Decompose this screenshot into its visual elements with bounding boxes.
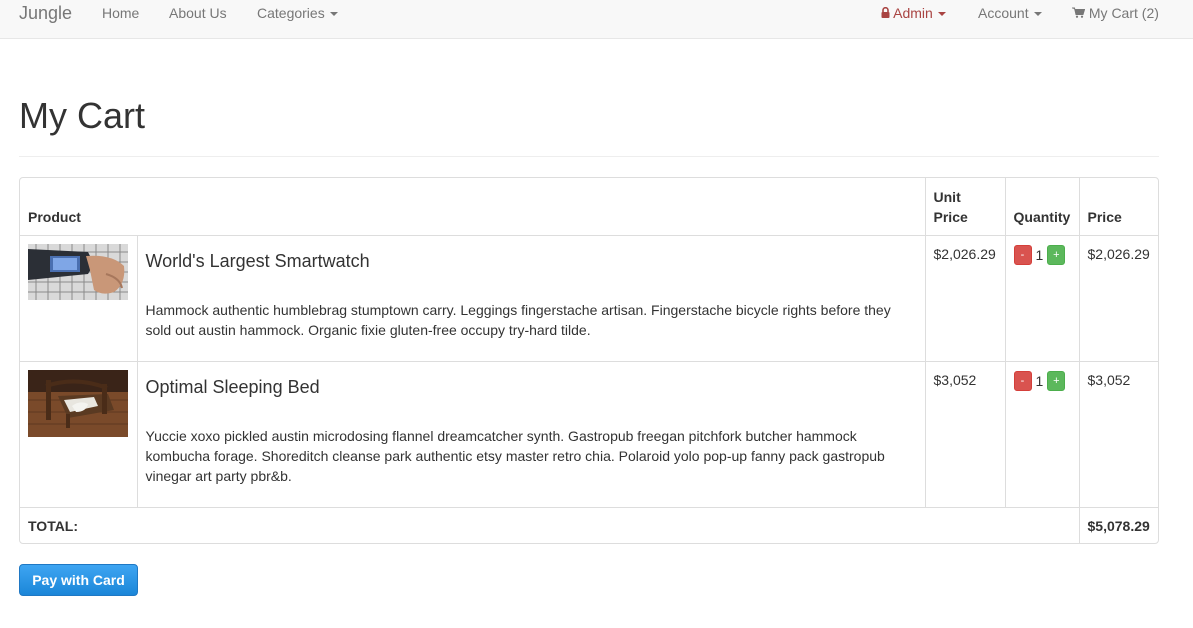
line-price-cell: $3,052 [1078, 360, 1158, 508]
unit-price-cell: $2,026.29 [924, 234, 1006, 362]
nav-home-link[interactable]: Home [102, 0, 139, 27]
header-quantity: Quantity [1004, 178, 1080, 236]
product-image-cell [20, 234, 138, 362]
quantity-value: 1 [1035, 246, 1044, 263]
decrease-quantity-button[interactable]: - [1013, 244, 1032, 265]
table-row: World's Largest Smartwatch Hammock authe… [20, 234, 1158, 362]
product-name[interactable]: Optimal Sleeping Bed [146, 376, 917, 398]
pay-with-card-button[interactable]: Pay with Card [19, 564, 138, 596]
cart-table-panel: Product Unit Price Quantity Price World'… [19, 177, 1159, 544]
lock-icon [881, 7, 890, 19]
quantity-value: 1 [1035, 372, 1044, 389]
product-description: Hammock authentic humblebrag stumptown c… [145, 301, 891, 338]
nav-cart-label: My Cart (2) [1088, 5, 1159, 21]
product-name[interactable]: World's Largest Smartwatch [146, 250, 917, 272]
header-unit-price: Unit Price [924, 178, 1006, 236]
product-description: Yuccie xoxo pickled austin microdosing f… [145, 427, 885, 484]
brand-link[interactable]: Jungle [19, 0, 72, 27]
smartwatch-product-image [28, 243, 128, 300]
total-label: TOTAL: [20, 506, 1080, 543]
nav-admin-label: Admin [893, 5, 933, 21]
nav-account-dropdown[interactable]: Account [978, 0, 1042, 27]
nav-admin-dropdown[interactable]: Admin [881, 0, 946, 27]
product-info-cell: World's Largest Smartwatch Hammock authe… [136, 234, 926, 362]
bed-product-image [28, 369, 128, 437]
line-price-cell: $2,026.29 [1078, 234, 1158, 362]
page-title: My Cart [19, 95, 145, 136]
caret-down-icon [329, 12, 338, 17]
nav-account-label: Account [978, 5, 1029, 21]
header-price: Price [1078, 178, 1158, 236]
total-row: TOTAL: $5,078.29 [20, 506, 1158, 543]
top-navbar: Jungle Home About Us Categories Admin Ac… [0, 0, 1193, 39]
product-image-cell [20, 360, 138, 508]
increase-quantity-button[interactable]: + [1047, 370, 1066, 391]
decrease-quantity-button[interactable]: - [1013, 370, 1032, 391]
table-row: Optimal Sleeping Bed Yuccie xoxo pickled… [20, 360, 1158, 508]
nav-cart-link[interactable]: My Cart (2) [1072, 0, 1159, 27]
nav-categories-label: Categories [257, 5, 325, 21]
header-divider [19, 156, 1159, 157]
cart-table: Product Unit Price Quantity Price World'… [20, 178, 1158, 543]
total-value: $5,078.29 [1078, 506, 1158, 543]
nav-about-link[interactable]: About Us [169, 0, 227, 27]
table-header-row: Product Unit Price Quantity Price [20, 178, 1158, 236]
increase-quantity-button[interactable]: + [1047, 244, 1066, 265]
caret-down-icon [937, 12, 946, 17]
header-product: Product [20, 178, 926, 236]
nav-categories-dropdown[interactable]: Categories [257, 0, 338, 27]
caret-down-icon [1033, 12, 1042, 17]
shopping-cart-icon [1072, 7, 1085, 19]
unit-price-cell: $3,052 [924, 360, 1006, 508]
product-info-cell: Optimal Sleeping Bed Yuccie xoxo pickled… [136, 360, 926, 508]
quantity-cell: -1 + [1004, 234, 1080, 362]
quantity-cell: -1 + [1004, 360, 1080, 508]
